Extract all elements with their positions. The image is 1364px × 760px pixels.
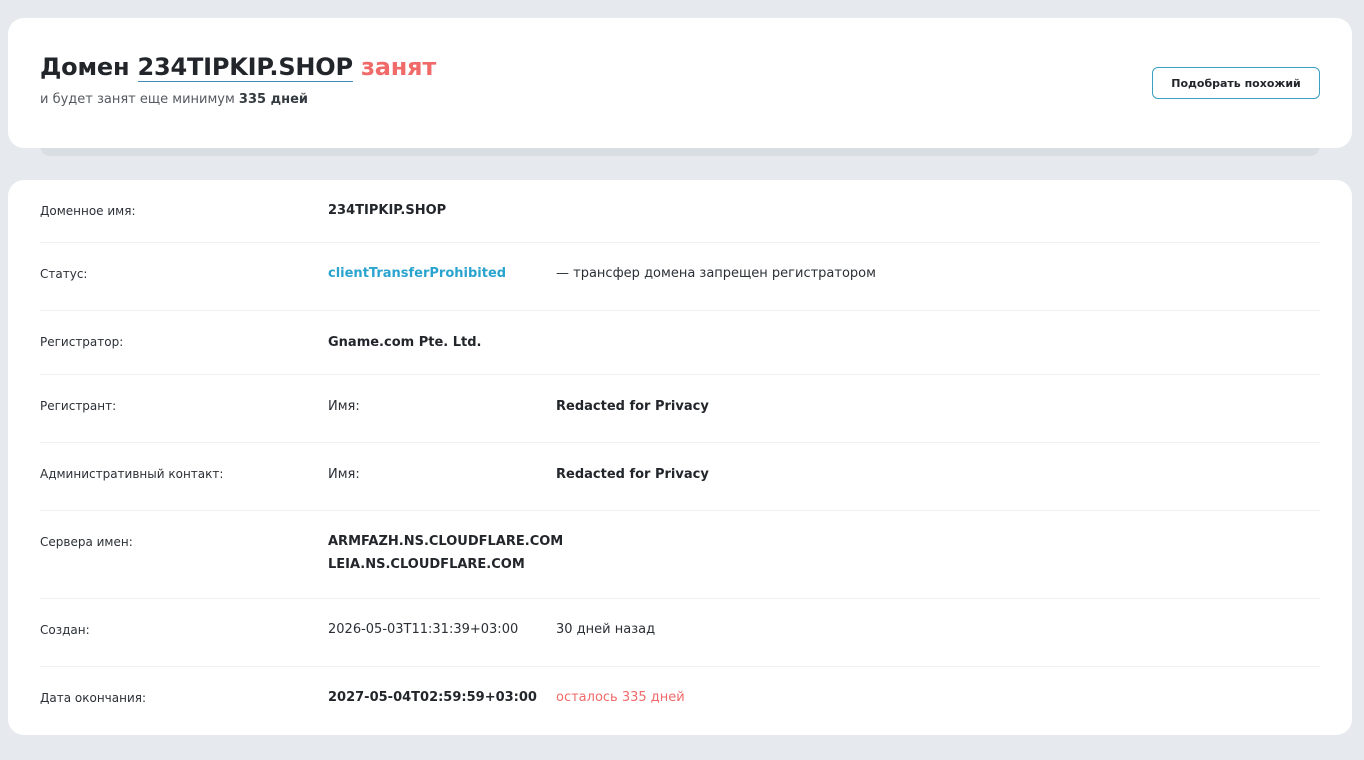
admin-contact-field-label: Имя: bbox=[328, 467, 360, 482]
info-row-registrant: Регистрант: Имя: Redacted for Privacy bbox=[40, 375, 1320, 443]
occupied-duration-text: и будет занят еще минимум 335 дней bbox=[40, 92, 308, 107]
name-server-item: LEIA.NS.CLOUDFLARE.COM bbox=[328, 557, 525, 572]
info-row-name-servers: Сервера имен: ARMFAZH.NS.CLOUDFLARE.COM … bbox=[40, 511, 1320, 599]
domain-taken-status: занят bbox=[361, 53, 437, 81]
info-row-status: Статус: clientTransferProhibited — транс… bbox=[40, 243, 1320, 311]
subtitle-prefix: и будет занят еще минимум bbox=[40, 92, 235, 107]
name-server-item: ARMFAZH.NS.CLOUDFLARE.COM bbox=[328, 534, 564, 549]
admin-contact-label: Административный контакт: bbox=[40, 467, 224, 481]
expiry-date-value: 2027-05-04T02:59:59+03:00 bbox=[328, 690, 537, 705]
created-label: Создан: bbox=[40, 623, 90, 637]
whois-info-card: Доменное имя: 234TIPKIP.SHOP Статус: cli… bbox=[8, 180, 1352, 735]
domain-name-label: Доменное имя: bbox=[40, 204, 136, 218]
registrant-name-value: Redacted for Privacy bbox=[556, 399, 709, 414]
name-servers-label: Сервера имен: bbox=[40, 535, 133, 549]
registrar-value: Gname.com Pte. Ltd. bbox=[328, 335, 482, 350]
subtitle-days: 335 дней bbox=[238, 92, 308, 107]
find-similar-button[interactable]: Подобрать похожий bbox=[1152, 67, 1320, 99]
admin-contact-name-value: Redacted for Privacy bbox=[556, 467, 709, 482]
domain-name-value: 234TIPKIP.SHOP bbox=[328, 203, 447, 218]
page: Домен 234TIPKIP.SHOP занят и будет занят… bbox=[0, 0, 1364, 760]
domain-name-link[interactable]: 234TIPKIP.SHOP bbox=[137, 53, 353, 82]
created-relative-time: 30 дней назад bbox=[556, 622, 656, 637]
domain-status-card: Домен 234TIPKIP.SHOP занят и будет занят… bbox=[8, 18, 1352, 148]
page-title: Домен 234TIPKIP.SHOP занят bbox=[40, 52, 436, 82]
created-date-value: 2026-05-03T11:31:39+03:00 bbox=[328, 622, 519, 637]
info-row-created: Создан: 2026-05-03T11:31:39+03:00 30 дне… bbox=[40, 599, 1320, 667]
name-servers-list: ARMFAZH.NS.CLOUDFLARE.COM LEIA.NS.CLOUDF… bbox=[328, 530, 563, 576]
expiry-remaining-text: осталось 335 дней bbox=[556, 690, 685, 705]
info-row-expiry: Дата окончания: 2027-05-04T02:59:59+03:0… bbox=[40, 667, 1320, 735]
info-row-domain-name: Доменное имя: 234TIPKIP.SHOP bbox=[40, 180, 1320, 243]
expiry-label: Дата окончания: bbox=[40, 691, 147, 705]
info-row-admin-contact: Административный контакт: Имя: Redacted … bbox=[40, 443, 1320, 511]
registrant-label: Регистрант: bbox=[40, 399, 117, 413]
info-row-registrar: Регистратор: Gname.com Pte. Ltd. bbox=[40, 311, 1320, 375]
registrar-label: Регистратор: bbox=[40, 335, 124, 349]
registrant-field-label: Имя: bbox=[328, 399, 360, 414]
status-label: Статус: bbox=[40, 267, 88, 281]
status-code-link[interactable]: clientTransferProhibited bbox=[328, 266, 506, 281]
status-description: — трансфер домена запрещен регистратором bbox=[556, 266, 876, 281]
title-prefix: Домен bbox=[40, 53, 130, 81]
